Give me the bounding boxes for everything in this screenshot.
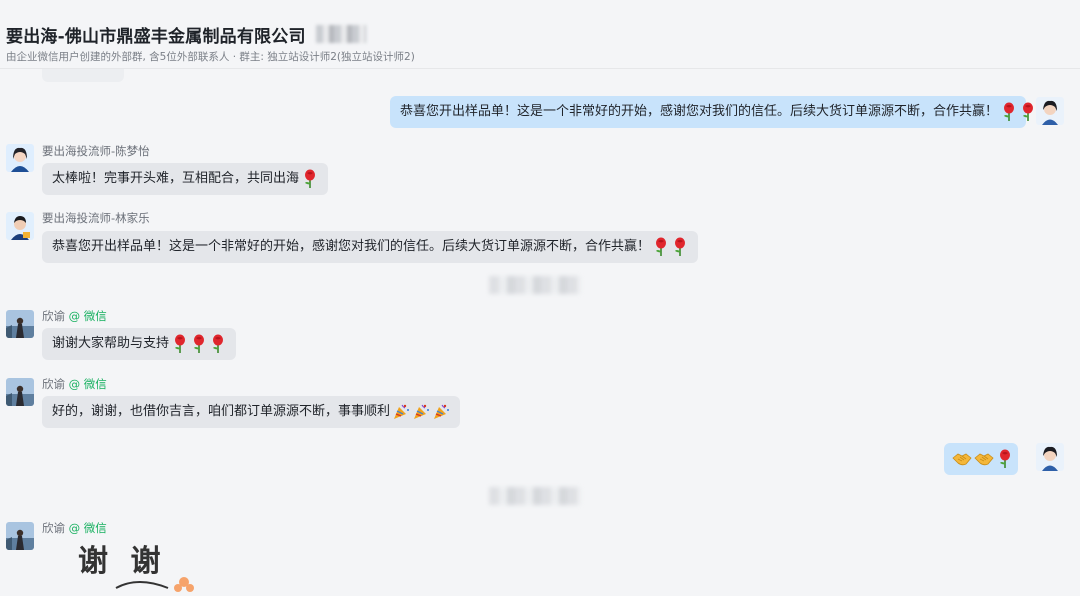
blurred-tag — [315, 25, 366, 43]
sender-name: 欣谕 — [42, 309, 65, 323]
rose-icon — [1001, 102, 1017, 122]
blurred-timestamp — [489, 276, 581, 294]
message-bubble-incoming[interactable]: 恭喜您开出样品单！这是一个非常好的开始，感谢您对我们的信任。后续大货订单源源不断… — [42, 231, 699, 263]
message-bubble-incoming[interactable]: 太棒啦！完事开头难，互相配合，共同出海 — [42, 163, 329, 195]
sender-avatar[interactable] — [6, 310, 34, 338]
blurred-timestamp — [489, 487, 581, 505]
party-icon — [392, 403, 410, 421]
message-bubble-outgoing[interactable] — [944, 443, 1018, 475]
rose-icon — [672, 237, 688, 257]
sender-avatar[interactable] — [6, 522, 34, 550]
message-bubble-outgoing[interactable]: 恭喜您开出样品单！这是一个非常好的开始，感谢您对我们的信任。后续大货订单源源不断… — [390, 96, 1034, 128]
rose-icon — [172, 334, 188, 354]
rose-icon — [1020, 102, 1036, 122]
message-text: 太棒啦！完事开头难，互相配合，共同出海 — [52, 171, 300, 186]
message-bubble-incoming[interactable]: 好的，谢谢，也借你吉言，咱们都订单源源不断，事事顺利 — [42, 396, 461, 428]
party-icon — [432, 403, 450, 421]
message-bubble-incoming[interactable]: 谢谢大家帮助与支持 — [42, 328, 237, 360]
handshake-icon — [952, 451, 972, 467]
wechat-tag: @ 微信 — [68, 377, 107, 391]
chat-header: 要出海-佛山市鼎盛丰金属制品有限公司 由企业微信用户创建的外部群, 含5位外部联… — [0, 0, 1080, 69]
sender-avatar[interactable] — [6, 212, 34, 240]
wechat-tag: @ 微信 — [68, 309, 107, 323]
sender-name-line: 欣谕 @ 微信 — [42, 308, 107, 324]
sender-name: 欣谕 — [42, 521, 65, 535]
rose-icon — [653, 237, 669, 257]
sticker-decoration — [115, 577, 194, 592]
handshake-icon — [974, 451, 994, 467]
rose-icon — [210, 334, 226, 354]
sender-name: 要出海投流师-陈梦怡 — [42, 144, 150, 158]
rose-icon — [997, 449, 1013, 469]
my-avatar[interactable] — [1036, 97, 1064, 125]
rose-icon — [302, 169, 318, 189]
message-text: 好的，谢谢，也借你吉言，咱们都订单源源不断，事事顺利 — [52, 404, 391, 419]
wechat-tag: @ 微信 — [68, 521, 107, 535]
title-row: 要出海-佛山市鼎盛丰金属制品有限公司 — [6, 20, 366, 48]
rose-icon — [191, 334, 207, 354]
my-avatar[interactable] — [1036, 443, 1064, 471]
group-subtitle: 由企业微信用户创建的外部群, 含5位外部联系人 · 群主: 独立站设计师2(独立… — [6, 51, 415, 63]
group-title[interactable]: 要出海-佛山市鼎盛丰金属制品有限公司 — [6, 22, 306, 47]
message-text: 恭喜您开出样品单！这是一个非常好的开始，感谢您对我们的信任。后续大货订单源源不断… — [52, 239, 651, 254]
sender-avatar[interactable] — [6, 378, 34, 406]
sender-name-line: 欣谕 @ 微信 — [42, 376, 107, 392]
message-text: 谢谢大家帮助与支持 — [52, 336, 170, 351]
sender-name-line: 欣谕 @ 微信 — [42, 520, 107, 536]
party-icon — [412, 403, 430, 421]
thanks-sticker[interactable]: 谢 谢 — [78, 536, 208, 596]
message-text: 恭喜您开出样品单！这是一个非常好的开始，感谢您对我们的信任。后续大货订单源源不断… — [400, 104, 999, 119]
sender-name: 欣谕 — [42, 377, 65, 391]
sender-name: 要出海投流师-林家乐 — [42, 211, 150, 225]
sender-avatar[interactable] — [6, 144, 34, 172]
partial-message-bubble — [42, 68, 124, 82]
